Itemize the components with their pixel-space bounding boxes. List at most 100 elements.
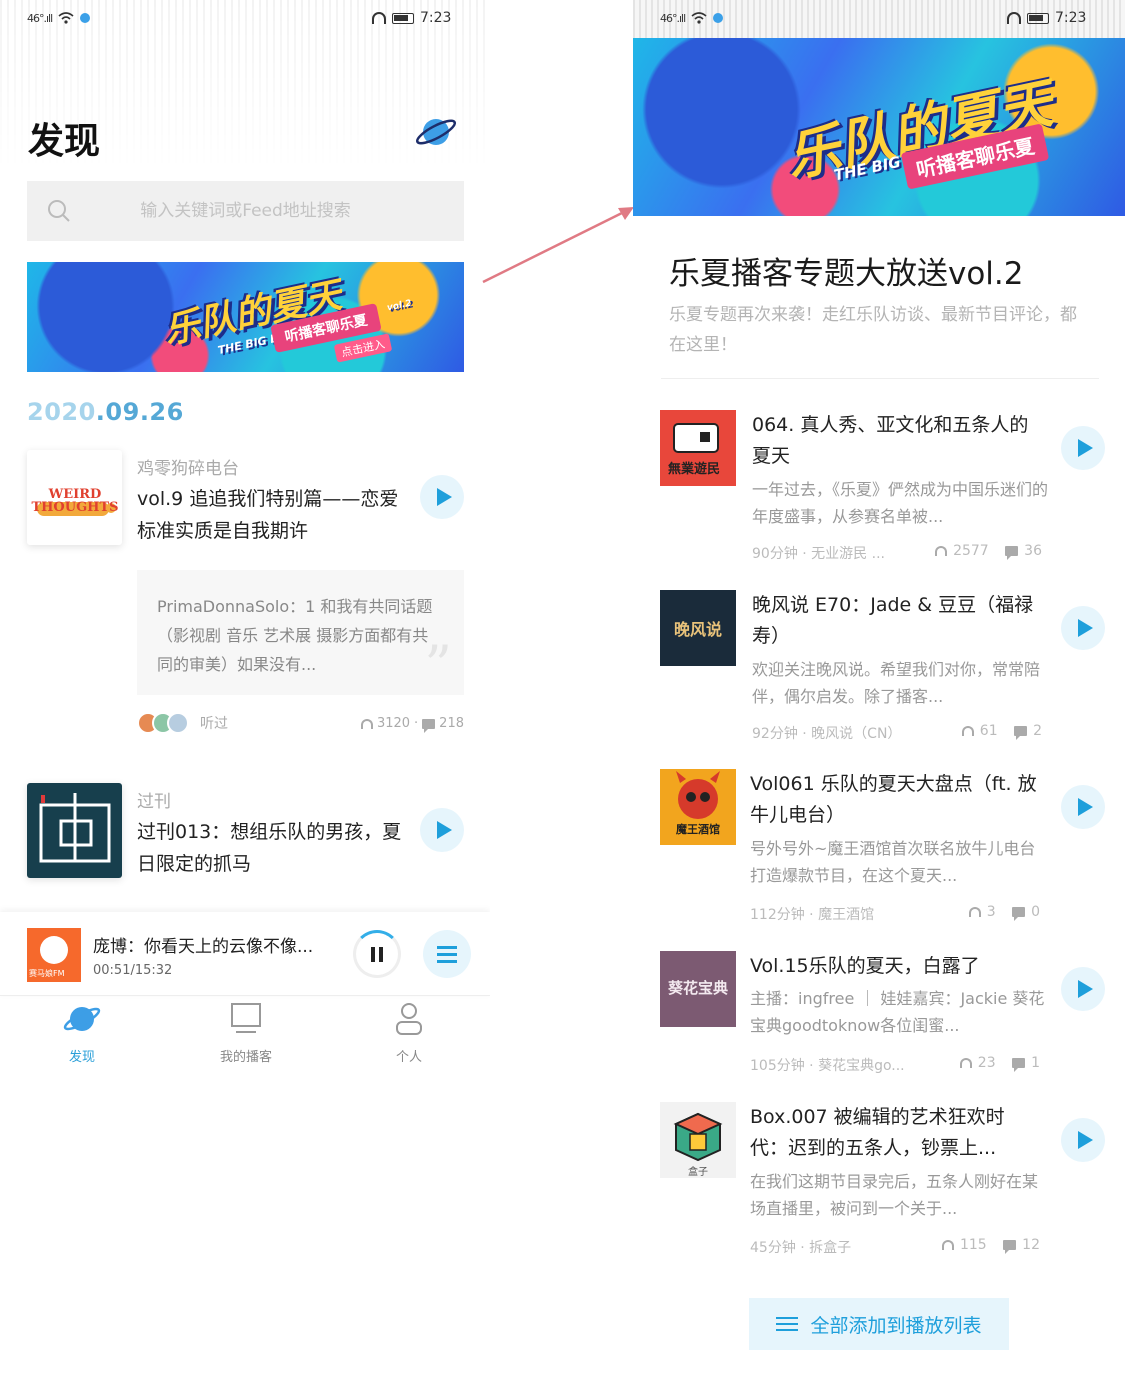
episode-duration-author: 45分钟 · 拆盒子 (750, 1240, 852, 1256)
episode-meta: 90分钟 · 无业游民 ... 2577 36 (752, 543, 1042, 563)
comment-icon (1014, 726, 1028, 740)
topic-heading: 乐夏播客专题大放送vol.2 (669, 256, 1024, 292)
episode-stats: 3 0 (968, 904, 1040, 921)
cover-label: 魔王酒馆 (676, 823, 720, 836)
headphone-icon (360, 718, 373, 729)
comment-count: 2 (1033, 723, 1042, 739)
listen-count: 23 (977, 1055, 996, 1071)
play-button[interactable] (420, 808, 464, 852)
add-all-to-playlist-button[interactable]: 全部添加到播放列表 (749, 1298, 1009, 1350)
playlist-button[interactable] (423, 930, 471, 978)
now-playing-cover: 赛马娘FM (27, 928, 81, 982)
tab-label: 发现 (68, 1050, 95, 1065)
listener-avatars[interactable]: 听过 (137, 712, 228, 734)
headphone-status-icon (1007, 12, 1021, 24)
episode-stats: 61 2 (961, 723, 1042, 740)
play-button[interactable] (1061, 1118, 1105, 1162)
listen-count: 115 (959, 1237, 987, 1253)
play-button[interactable] (1061, 606, 1105, 650)
episode-title[interactable]: 过刊013：想组乐队的男孩，夏日限定的抓马 (137, 816, 407, 880)
episode-stats: 2577 36 (935, 543, 1042, 560)
pause-icon (379, 946, 383, 962)
episode-stats: 23 1 (959, 1055, 1040, 1072)
stats-separator: · (414, 716, 419, 731)
episode-title[interactable]: Vol.15乐队的夏天，白露了 (750, 951, 1040, 982)
podcast-cover: WEIRD THOUGHTS (27, 450, 122, 545)
monitor-icon (231, 1003, 261, 1033)
app-status-icon (713, 13, 724, 23)
comment-count: 0 (1031, 904, 1040, 920)
play-icon (1077, 980, 1093, 998)
episode-title[interactable]: 064. 真人秀、亚文化和五条人的夏天 (752, 410, 1042, 472)
signal-icon: 46°.ıll (660, 11, 686, 25)
episode-title[interactable]: vol.9 追追我们特别篇——恋爱标准实质是自我期许 (137, 483, 407, 547)
battery-icon (1027, 12, 1049, 24)
pause-button[interactable] (353, 930, 401, 978)
tab-discover[interactable]: 发现 (22, 1002, 142, 1065)
avatar (167, 712, 189, 734)
episode-title[interactable]: Box.007 被编辑的艺术狂欢时代：迟到的五条人，钞票上... (750, 1102, 1040, 1164)
status-bar-left: 46°.ıll (660, 8, 724, 28)
add-all-label: 全部添加到播放列表 (810, 1314, 982, 1337)
feed-date-day: .09.26 (95, 398, 184, 426)
divider (661, 378, 1099, 379)
episode-duration-author: 90分钟 · 无业游民 ... (752, 546, 885, 562)
comment-count: 1 (1031, 1055, 1040, 1071)
planet-icon (63, 1007, 101, 1031)
status-bar-right: 7:23 (1007, 8, 1086, 28)
tab-label: 我的播客 (219, 1050, 272, 1065)
play-button[interactable] (1061, 967, 1105, 1011)
episode-stats: 3120 · 218 (360, 716, 464, 733)
episode-item[interactable]: 無業遊民 064. 真人秀、亚文化和五条人的夏天 一年过去，《乐夏》俨然成为中国… (633, 410, 1125, 570)
play-icon (1077, 1131, 1093, 1149)
cover-label: 無業遊民 (668, 462, 721, 477)
tab-profile[interactable]: 个人 (349, 1002, 469, 1065)
guokan-logo-icon (39, 793, 111, 863)
feed-item[interactable]: WEIRD THOUGHTS 鸡零狗碎电台 vol.9 追追我们特别篇——恋爱标… (27, 450, 464, 560)
comment-icon (422, 718, 436, 733)
listen-count: 3120 (376, 716, 411, 731)
episode-description: 在我们这期节目录完后，五条人刚好在某场直播里，被问到一个关于... (750, 1172, 1039, 1218)
cover-face-icon (40, 936, 68, 964)
headphone-icon (935, 546, 948, 556)
feed-date: 2020.09.26 (27, 398, 184, 426)
episode-cover: 盒子 (660, 1102, 736, 1178)
headphone-icon (961, 726, 974, 736)
podcast-cover (27, 783, 122, 878)
playlist-icon (437, 959, 457, 963)
episode-duration-author: 92分钟 · 晚风说（CN） (752, 726, 902, 742)
play-icon (1077, 619, 1093, 637)
person-icon (396, 1003, 422, 1035)
cover-text: WEIRD THOUGHTS (31, 487, 119, 515)
playlist-icon (437, 952, 457, 956)
mini-player[interactable]: 赛马娘FM 庞博：你看天上的云像不像... 00:51/15:32 (0, 912, 490, 996)
episode-description: 号外号外~魔王酒馆首次联名放牛儿电台打造爆款节目，在这个夏天... (750, 839, 1036, 885)
podcast-name[interactable]: 鸡零狗碎电台 (137, 454, 239, 479)
feed-item[interactable]: 过刊 过刊013：想组乐队的男孩，夏日限定的抓马 (27, 783, 464, 893)
comment-card[interactable]: PrimaDonnaSolo：1 和我有共同话题（影视剧 音乐 艺术展 摄影方面… (137, 570, 464, 695)
play-button[interactable] (1061, 426, 1105, 470)
play-icon (1077, 439, 1093, 457)
episode-cover: 無業遊民 (660, 410, 736, 486)
play-button[interactable] (1061, 785, 1105, 829)
episode-item[interactable]: 魔王酒馆 Vol061 乐队的夏天大盘点（ft. 放牛儿电台） 号外号外~魔王酒… (633, 769, 1125, 929)
pause-icon (371, 946, 375, 962)
episode-item[interactable]: 盒子 Box.007 被编辑的艺术狂欢时代：迟到的五条人，钞票上... 在我们这… (633, 1102, 1125, 1262)
play-icon (436, 488, 452, 506)
episode-item[interactable]: 葵花宝典 Vol.15乐队的夏天，白露了 主播：ingfree ｜ 娃娃嘉宾：J… (633, 951, 1125, 1081)
tab-my-podcasts[interactable]: 我的播客 (186, 1002, 306, 1065)
episode-title[interactable]: Vol061 乐队的夏天大盘点（ft. 放牛儿电台） (750, 769, 1040, 831)
podcast-name[interactable]: 过刊 (137, 787, 171, 812)
cover-label: 晚风说 (673, 620, 722, 639)
playlist-icon (437, 945, 457, 949)
play-button[interactable] (420, 475, 464, 519)
tab-bar: 发现 我的播客 个人 (0, 996, 490, 1080)
comment-text: PrimaDonnaSolo：1 和我有共同话题（影视剧 音乐 艺术展 摄影方面… (157, 597, 433, 674)
comment-icon (1012, 907, 1026, 921)
episode-title[interactable]: 晚风说 E70：Jade & 豆豆（福禄寿） (752, 590, 1042, 652)
episode-duration-author: 105分钟 · 葵花宝典go... (750, 1058, 905, 1074)
episode-meta: 105分钟 · 葵花宝典go... 23 1 (750, 1055, 1040, 1075)
cover-label: 葵花宝典 (667, 979, 728, 997)
now-playing-title[interactable]: 庞博：你看天上的云像不像... (93, 932, 313, 957)
episode-item[interactable]: 晚风说 晚风说 E70：Jade & 豆豆（福禄寿） 欢迎关注晚风说。希望我们对… (633, 590, 1125, 750)
